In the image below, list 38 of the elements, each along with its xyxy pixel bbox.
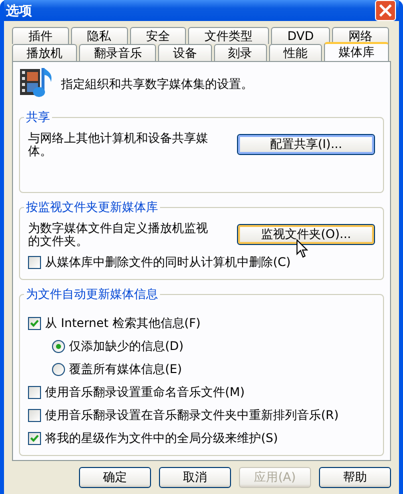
window-title: 选项	[6, 2, 32, 20]
tab[interactable]: 隐私	[70, 27, 128, 44]
close-button[interactable]	[375, 0, 396, 21]
checkbox[interactable]	[28, 317, 41, 330]
tab[interactable]: 刻录	[214, 44, 267, 61]
option-label: 使用音乐翻录设置在音乐翻录文件夹中重新排列音乐(R)	[45, 407, 339, 424]
button[interactable]: 配置共享(I)...	[237, 134, 375, 155]
tab[interactable]: 设备	[158, 44, 212, 61]
group-title: 共享	[24, 109, 52, 126]
option-label: 覆盖所有媒体信息(E)	[69, 361, 182, 378]
option-label: 从媒体库中删除文件的同时从计算机中删除(C)	[45, 254, 291, 271]
radio-button[interactable]	[52, 363, 65, 376]
button[interactable]: 确定	[79, 467, 151, 488]
checkbox[interactable]	[28, 409, 41, 422]
button[interactable]: 帮助	[319, 467, 391, 488]
checkbox[interactable]	[28, 256, 41, 269]
option-label: 使用音乐翻录设置重命名音乐文件(M)	[45, 384, 245, 401]
option-label: 将我的星级作为文件中的全局分级来维护(S)	[45, 430, 278, 447]
tab[interactable]: 媒体库	[324, 42, 390, 61]
description-text: 与网络上其他计算机和设备共享媒体。	[28, 132, 209, 158]
tab[interactable]: 播放机	[12, 44, 78, 61]
tab[interactable]: 文件类型	[188, 27, 269, 44]
option-label: 从 Internet 检索其他信息(F)	[45, 315, 201, 332]
tab[interactable]: 安全	[130, 27, 186, 44]
tab[interactable]: 翻录音乐	[79, 44, 156, 61]
option-label: 仅添加缺少的信息(D)	[69, 338, 184, 355]
tab[interactable]: 性能	[268, 44, 322, 61]
checkbox[interactable]	[28, 432, 41, 445]
mouse-cursor-icon	[296, 239, 308, 258]
button[interactable]: 取消	[159, 467, 231, 488]
checkbox[interactable]	[28, 386, 41, 399]
group-title: 为文件自动更新媒体信息	[24, 286, 160, 303]
description-text: 为数字媒体文件自定义播放机监视的文件夹。	[28, 222, 209, 248]
group-title: 按监视文件夹更新媒体库	[24, 199, 160, 216]
tab[interactable]: DVD	[271, 27, 330, 44]
tab[interactable]: 插件	[12, 27, 69, 44]
radio-button[interactable]	[52, 340, 65, 353]
description-text: 指定組织和共享数字媒体集的设置。	[61, 76, 253, 93]
